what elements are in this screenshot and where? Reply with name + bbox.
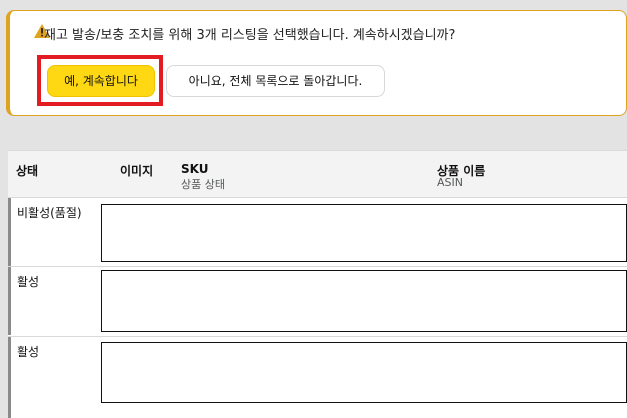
column-header-sku[interactable]: SKU (181, 162, 208, 176)
row-status: 비활성(품절) (17, 206, 82, 220)
alert-message: 재고 발송/보충 조치를 위해 3개 리스팅을 선택했습니다. 계속하시겠습니까… (44, 28, 456, 43)
listings-table: 상태 이미지 SKU 상품 상태 상품 이름 ASIN 비활성(품절) 활성 활… (8, 150, 627, 418)
row-content-box (101, 204, 627, 262)
table-row: 활성 (8, 267, 627, 335)
annotation-highlight-box (37, 55, 163, 106)
table-row: 활성 (8, 337, 627, 418)
return-to-list-button[interactable]: 아니요, 전체 목록으로 돌아갑니다. (166, 65, 385, 97)
column-subheader-condition: 상품 상태 (181, 178, 225, 191)
row-content-box (101, 342, 627, 403)
table-header: 상태 이미지 SKU 상품 상태 상품 이름 ASIN (8, 150, 627, 198)
table-row: 비활성(품절) (8, 198, 627, 266)
row-content-box (101, 270, 627, 332)
column-header-status[interactable]: 상태 (16, 162, 38, 179)
column-subheader-asin: ASIN (437, 176, 463, 189)
row-status: 활성 (17, 345, 40, 359)
row-status: 활성 (17, 275, 40, 289)
column-header-image: 이미지 (120, 164, 154, 178)
